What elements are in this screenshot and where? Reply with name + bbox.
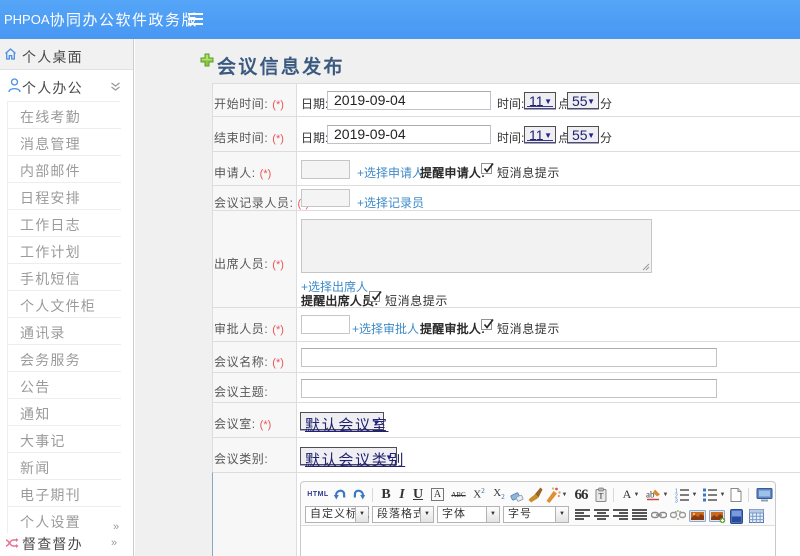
- svg-text:T: T: [599, 492, 604, 501]
- svg-text:ab: ab: [646, 490, 655, 500]
- svg-text:3: 3: [675, 499, 678, 504]
